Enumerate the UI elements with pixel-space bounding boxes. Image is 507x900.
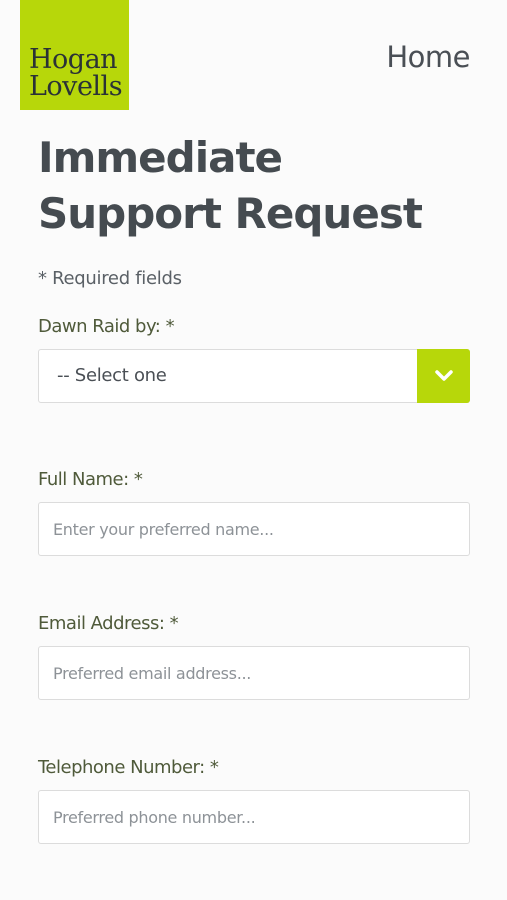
email-input[interactable] xyxy=(38,646,470,700)
telephone-label: Telephone Number: * xyxy=(38,757,219,778)
chevron-down-icon xyxy=(434,370,453,381)
telephone-input[interactable] xyxy=(38,790,470,844)
full-name-label: Full Name: * xyxy=(38,469,143,490)
dropdown-toggle[interactable] xyxy=(417,349,470,403)
page-title: Immediate Support Request xyxy=(38,133,423,238)
hogan-lovells-logo[interactable]: Hogan Lovells xyxy=(20,0,129,110)
dawn-raid-label: Dawn Raid by: * xyxy=(38,316,175,337)
dawn-raid-select[interactable]: -- Select one xyxy=(38,349,470,403)
home-link[interactable]: Home xyxy=(386,40,470,74)
dawn-raid-selected-value: -- Select one xyxy=(57,365,167,386)
support-request-page: Hogan Lovells Home Immediate Support Req… xyxy=(0,0,507,900)
full-name-input[interactable] xyxy=(38,502,470,556)
email-label: Email Address: * xyxy=(38,613,179,634)
logo-line-1: Hogan xyxy=(29,44,118,75)
logo-line-2: Lovells xyxy=(29,71,123,102)
required-fields-note: * Required fields xyxy=(38,268,182,289)
